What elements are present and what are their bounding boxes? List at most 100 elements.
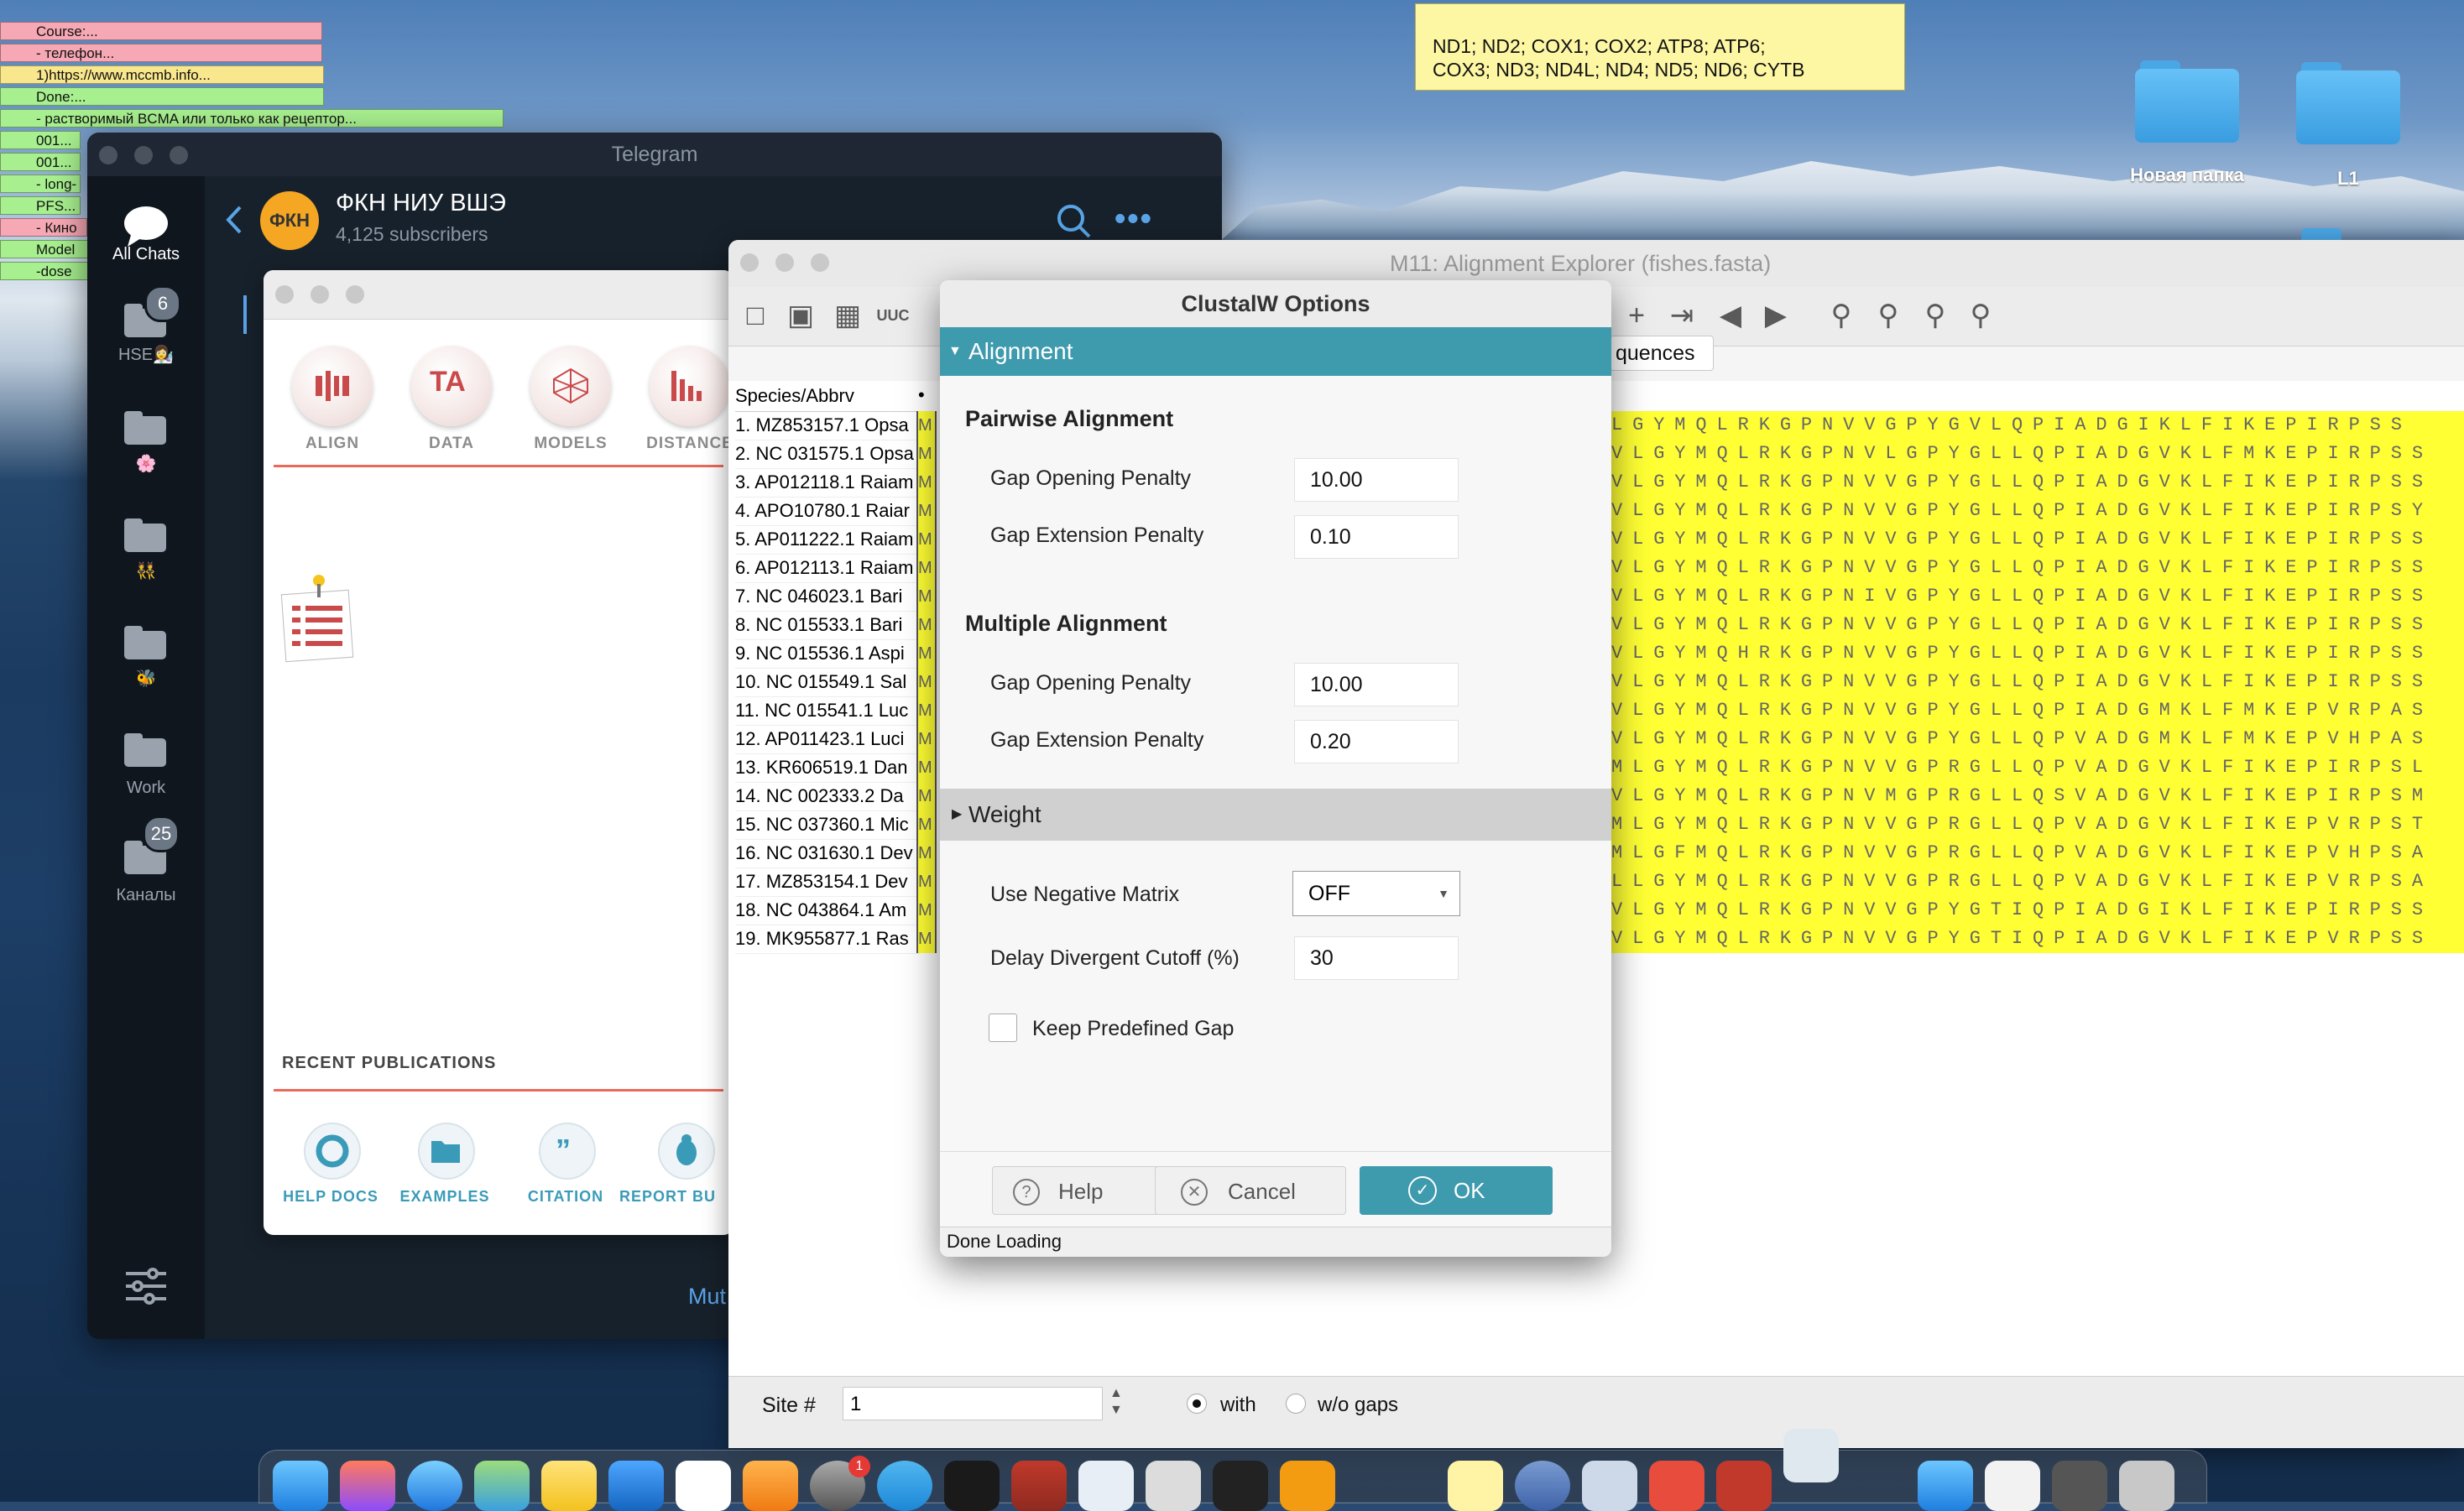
search-icon[interactable] bbox=[1056, 203, 1093, 240]
folder-icon[interactable] bbox=[2135, 60, 2239, 144]
channel-avatar[interactable]: ФКН bbox=[260, 191, 319, 250]
species-row[interactable]: 2. NC 031575.1 Opsa bbox=[735, 440, 920, 469]
new-file-icon[interactable]: □ bbox=[739, 299, 772, 332]
species-row[interactable]: 11. NC 015541.1 Luc bbox=[735, 696, 920, 726]
sequence-row[interactable]: VLGYMQLRKGPNVMGPRGLLQSVADGVKLFIKEPIRPSM bbox=[1611, 782, 2464, 810]
species-row[interactable]: 10. NC 015549.1 Sal bbox=[735, 668, 920, 697]
trash-icon[interactable] bbox=[2119, 1461, 2174, 1511]
site-input[interactable]: 1 bbox=[843, 1387, 1103, 1420]
pairwise-gap-open-input[interactable]: 10.00 bbox=[1294, 458, 1459, 502]
folder-label-new[interactable]: Новая папка bbox=[2093, 164, 2281, 186]
sticky-note[interactable]: Course:... bbox=[0, 22, 322, 40]
back-chevron-icon[interactable] bbox=[225, 205, 243, 235]
species-row[interactable]: 4. APO10780.1 Raiar bbox=[735, 497, 920, 526]
sequence-row[interactable]: VLGYMQLRKGPNVLGPYGLLQPIADGVKLFMKEPIRPSS bbox=[1611, 440, 2464, 468]
sequence-row[interactable]: VLGYMQLRKGPNVVGPYGLLQPIADGVKLFIKEPIRPSS bbox=[1611, 554, 2464, 582]
telegram-dock-icon[interactable] bbox=[877, 1461, 932, 1511]
species-row[interactable]: 14. NC 002333.2 Da bbox=[735, 782, 920, 811]
launchpad-icon[interactable] bbox=[340, 1461, 395, 1511]
terminal-icon[interactable] bbox=[1213, 1461, 1268, 1511]
pairwise-gap-ext-input[interactable]: 0.10 bbox=[1294, 515, 1459, 559]
species-row[interactable]: 7. NC 046023.1 Bari bbox=[735, 582, 920, 612]
sequence-row[interactable]: VLGYMQHRKGPNVVGPYGLLQPIADGVKLFIKEPIRPSS bbox=[1611, 639, 2464, 668]
downloads-folder-icon[interactable] bbox=[1918, 1461, 1973, 1511]
find-motif-icon[interactable]: ⚲ bbox=[1964, 299, 1997, 332]
species-row[interactable]: 8. NC 015533.1 Bari bbox=[735, 611, 920, 640]
species-row[interactable]: 9. NC 015536.1 Aspi bbox=[735, 639, 920, 669]
uppercase-icon[interactable]: UUC bbox=[876, 299, 910, 332]
zoom-window-button[interactable] bbox=[346, 285, 364, 304]
sequence-row[interactable]: LLGYMQLRKGPNVVGPRGLLQPVADGVKLFIKEPVRPSA bbox=[1611, 868, 2464, 896]
cancel-button[interactable]: ✕ Cancel bbox=[1155, 1166, 1346, 1215]
citation-button[interactable]: ” bbox=[539, 1123, 596, 1180]
weight-section-header[interactable]: ▶ Weight bbox=[940, 789, 1611, 841]
stickies-icon[interactable] bbox=[1448, 1461, 1503, 1511]
clipboard-doc-icon[interactable] bbox=[280, 572, 356, 664]
species-row[interactable]: 17. MZ853154.1 Dev bbox=[735, 868, 920, 897]
sequence-row[interactable]: VLGYMQLRKGPNVVGPYGLLQPIADGVKLFIKEPIRPSY bbox=[1611, 497, 2464, 525]
freeform-icon[interactable] bbox=[676, 1461, 731, 1511]
sticky-note[interactable]: 1)https://www.mccmb.info... bbox=[0, 65, 324, 84]
folder-icon[interactable] bbox=[2296, 62, 2400, 146]
sequence-row[interactable]: VLGYMQLRKGPNVVGPYGLLQPIADGVKLFIKEPIRPSS bbox=[1611, 468, 2464, 497]
sidebar-item-flower[interactable]: 🌸 bbox=[87, 393, 205, 485]
report-bug-button[interactable] bbox=[658, 1123, 715, 1180]
sticky-note[interactable]: PFS... bbox=[0, 196, 81, 215]
alignment-section-header[interactable]: ▼ Alignment bbox=[940, 327, 1611, 376]
keep-gap-checkbox[interactable] bbox=[989, 1013, 1017, 1042]
open-folder-icon[interactable]: ▣ bbox=[784, 299, 817, 332]
sticky-note[interactable]: - телефон... bbox=[0, 44, 322, 62]
settings-sliders-icon[interactable] bbox=[124, 1267, 168, 1305]
sticky-note[interactable]: Done:... bbox=[0, 87, 324, 106]
sequence-row[interactable]: LGYMQLRKGPNVVGPYGVLQPIADGIKLFIKEPIRPSS bbox=[1611, 411, 2464, 440]
zoom-window-button[interactable] bbox=[170, 146, 188, 164]
sublime-icon[interactable] bbox=[1280, 1461, 1335, 1511]
species-row[interactable]: 1. MZ853157.1 Opsa bbox=[735, 411, 920, 440]
igv-icon[interactable] bbox=[1078, 1461, 1134, 1511]
sticky-note[interactable]: - растворимый BCMA или только как рецепт… bbox=[0, 109, 504, 128]
app-store-icon[interactable] bbox=[608, 1461, 664, 1511]
hse-app-icon[interactable] bbox=[944, 1461, 1000, 1511]
sequence-row[interactable]: VLGYMQLRKGPNVVGPYGTIQPIADGVKLFIKEPVRPSS bbox=[1611, 925, 2464, 953]
sequence-row[interactable]: VLGYMQLRKGPNVVGPYGLLQPVADGMKLFMKEPVHPAS bbox=[1611, 725, 2464, 753]
species-row[interactable]: 15. NC 037360.1 Mic bbox=[735, 810, 920, 840]
models-button[interactable] bbox=[530, 346, 611, 426]
save-icon[interactable]: ▦ bbox=[831, 299, 864, 332]
gene-list-note[interactable]: ND1; ND2; COX1; COX2; ATP8; ATP6; COX3; … bbox=[1415, 3, 1905, 91]
data-button[interactable]: TA bbox=[411, 346, 492, 426]
channel-name[interactable]: ФКН НИУ ВШЭ bbox=[336, 190, 506, 217]
network-app-icon[interactable] bbox=[1146, 1461, 1201, 1511]
help-button[interactable]: ? Help bbox=[992, 1166, 1163, 1215]
dictionary-icon[interactable] bbox=[1011, 1461, 1067, 1511]
close-window-button[interactable] bbox=[275, 285, 294, 304]
finder-icon[interactable] bbox=[273, 1461, 328, 1511]
mega-dock-icon[interactable] bbox=[1716, 1461, 1772, 1511]
sequence-row[interactable]: MLGYMQLRKGPNVVGPRGLLQPVADGVKLFIKEPIRPSL bbox=[1611, 753, 2464, 782]
sequence-row[interactable]: MLGFMQLRKGPNVVGPRGLLQPVADGVKLFIKEPVHPSA bbox=[1611, 839, 2464, 868]
screenshot-stack-icon[interactable] bbox=[2052, 1461, 2107, 1511]
species-column-header[interactable]: Species/Abbrv bbox=[735, 381, 916, 412]
sidebar-item-all-chats[interactable]: All Chats bbox=[87, 176, 205, 268]
find-next-icon[interactable]: ⚲ bbox=[1918, 299, 1952, 332]
sequence-row[interactable]: MLGYMQLRKGPNVVGPRGLLQPVADGVKLFIKEPVRPST bbox=[1611, 810, 2464, 839]
r-icon[interactable] bbox=[1515, 1461, 1570, 1511]
minimize-window-button[interactable] bbox=[134, 146, 153, 164]
safari-icon[interactable] bbox=[407, 1461, 462, 1511]
notes-icon[interactable] bbox=[541, 1461, 597, 1511]
anydesk-icon[interactable] bbox=[1649, 1461, 1704, 1511]
preview-icon[interactable] bbox=[1582, 1461, 1637, 1511]
help-docs-button[interactable] bbox=[304, 1123, 361, 1180]
sticky-note[interactable]: -dose bbox=[0, 262, 92, 280]
ok-button[interactable]: ✓ OK bbox=[1360, 1166, 1553, 1215]
sidebar-item-hse[interactable]: 6 HSE👩‍🔬 bbox=[87, 285, 205, 378]
distance-button[interactable] bbox=[650, 346, 730, 426]
more-options-icon[interactable]: ••• bbox=[1115, 201, 1153, 237]
multiple-gap-open-input[interactable]: 10.00 bbox=[1294, 663, 1459, 706]
species-row[interactable]: 18. NC 043864.1 Am bbox=[735, 896, 920, 925]
without-gaps-radio[interactable] bbox=[1286, 1394, 1306, 1414]
sidebar-item-bee[interactable]: 🐝 bbox=[87, 607, 205, 700]
sequence-row[interactable]: VLGYMQLRKGPNVVGPYGLLQPIADGVKLFIKEPIRPSS bbox=[1611, 525, 2464, 554]
mute-button-partial[interactable]: Mut bbox=[688, 1284, 726, 1310]
zoom-window-button[interactable] bbox=[811, 253, 829, 272]
minimize-window-button[interactable] bbox=[775, 253, 794, 272]
